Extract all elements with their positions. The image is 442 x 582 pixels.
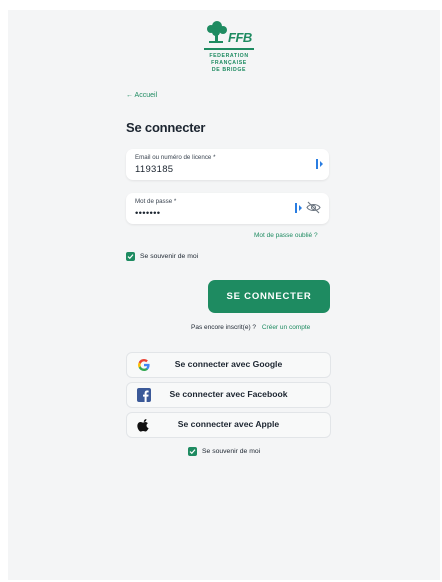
email-field-value[interactable]: 1193185	[135, 164, 173, 175]
apple-login-label: Se connecter avec Apple	[177, 419, 280, 429]
logo-line-1: FEDERATION	[209, 53, 249, 59]
page-title: Se connecter	[126, 120, 206, 135]
ffb-logo: FFB FEDERATION FRANÇAISE DE BRIDGE	[204, 18, 254, 78]
facebook-login-button[interactable]: Se connecter avec Facebook	[126, 382, 331, 408]
logo-line-3: DE BRIDGE	[211, 67, 247, 73]
logo-line-2: FRANÇAISE	[211, 60, 247, 66]
login-page: FFB FEDERATION FRANÇAISE DE BRIDGE ← Acc…	[8, 10, 440, 580]
email-field-label: Email ou numéro de licence *	[135, 154, 216, 161]
remember-me-bottom-label: Se souvenir de moi	[202, 448, 261, 455]
remember-me-label: Se souvenir de moi	[140, 253, 199, 260]
back-to-home-link[interactable]: ← Accueil	[126, 92, 157, 99]
facebook-login-label: Se connecter avec Facebook	[169, 389, 288, 399]
password-manager-icon[interactable]	[316, 158, 324, 170]
logo-wordmark: FFB	[228, 30, 252, 45]
google-login-label: Se connecter avec Google	[174, 359, 283, 369]
checkbox-checked-icon[interactable]	[126, 252, 135, 261]
password-field[interactable]: Mot de passe * •••••••	[126, 193, 329, 224]
login-submit-button[interactable]: SE CONNECTER	[208, 280, 330, 313]
remember-me-checkbox[interactable]: Se souvenir de moi	[126, 252, 198, 261]
google-login-button[interactable]: Se connecter avec Google	[126, 352, 331, 378]
signup-prompt: Pas encore inscrit(e) ? Créer un compte	[191, 324, 310, 331]
email-field[interactable]: Email ou numéro de licence * 1193185	[126, 149, 329, 180]
eye-slash-icon[interactable]	[306, 201, 321, 214]
signup-prompt-text: Pas encore inscrit(e) ?	[191, 324, 257, 331]
create-account-link[interactable]: Créer un compte	[262, 324, 310, 331]
forgot-password-link[interactable]: Mot de passe oublié ?	[254, 232, 318, 239]
logo-divider	[204, 48, 254, 50]
password-field-value[interactable]: •••••••	[135, 208, 160, 219]
password-field-label: Mot de passe *	[135, 198, 177, 205]
remember-me-checkbox-bottom[interactable]: Se souvenir de moi	[188, 447, 260, 456]
checkbox-checked-icon[interactable]	[188, 447, 197, 456]
apple-login-button[interactable]: Se connecter avec Apple	[126, 412, 331, 438]
password-manager-icon[interactable]	[295, 202, 303, 214]
